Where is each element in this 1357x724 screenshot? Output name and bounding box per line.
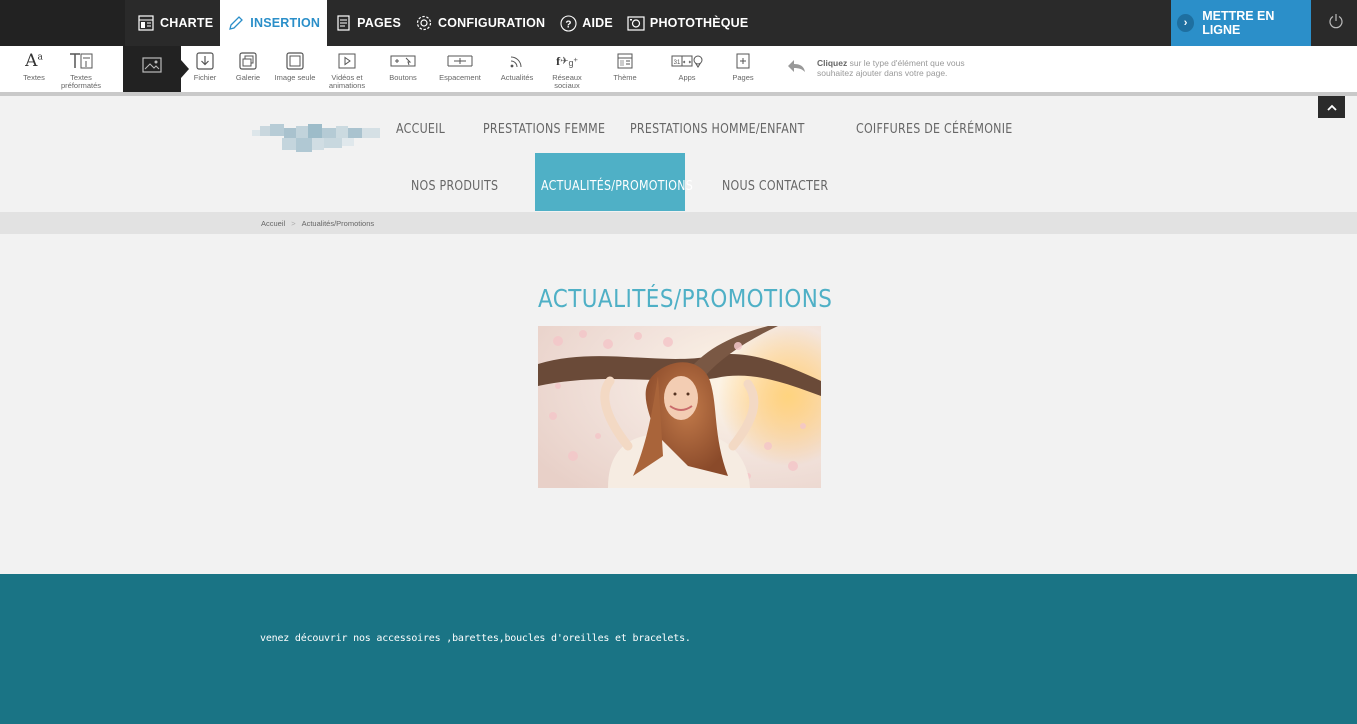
insert-toolbar: Aa Textes Textes préformatés Fichier Gal… (0, 46, 1357, 93)
apps-icon: 31 (670, 50, 704, 72)
tool-videos[interactable]: Vidéos et animations (322, 46, 372, 92)
publish-button[interactable]: › METTRE EN LIGNE (1171, 0, 1311, 46)
menu-phototheque[interactable]: PHOTOTHÈQUE (620, 0, 756, 46)
power-icon (1328, 13, 1344, 34)
buttons-icon (389, 50, 417, 72)
single-image-icon (285, 50, 305, 72)
back-arrow-icon (786, 58, 806, 79)
nav-accueil[interactable]: ACCUEIL (396, 121, 445, 137)
tool-textes-preformates[interactable]: Textes préformatés (58, 46, 104, 92)
menu-charte[interactable]: CHARTE (130, 0, 220, 46)
editor-topbar: CHARTE INSERTION PAGES CONFIGURATION ? A… (0, 0, 1357, 46)
nav-nous-contacter[interactable]: NOUS CONTACTER (722, 178, 828, 194)
nav-nos-produits[interactable]: NOS PRODUITS (411, 178, 498, 194)
pages-icon (334, 14, 352, 32)
toolbar-hint: Cliquez sur le type d'élément que vous s… (817, 58, 965, 78)
promo-photo[interactable] (538, 326, 821, 488)
menu-configuration[interactable]: CONFIGURATION (408, 0, 552, 46)
page-add-icon (734, 50, 752, 72)
text-icon: Aa (25, 51, 43, 71)
submenu-pointer (181, 60, 189, 78)
gallery-icon (238, 50, 258, 72)
topbar-left-panel (0, 0, 125, 46)
file-icon (195, 50, 215, 72)
publish-label: METTRE EN LIGNE (1202, 9, 1275, 37)
breadcrumb-separator: > (291, 219, 296, 228)
tool-image[interactable] (123, 46, 181, 92)
tool-fichier[interactable]: Fichier (190, 46, 220, 92)
menu-label: INSERTION (250, 16, 321, 30)
preformatted-text-icon (68, 50, 94, 72)
menu-label: PAGES (357, 16, 402, 30)
breadcrumb-home[interactable]: Accueil (261, 219, 285, 228)
layout-icon (137, 14, 155, 32)
tool-apps[interactable]: 31 Apps (664, 46, 710, 92)
help-icon: ? (559, 14, 577, 32)
menu-label: PHOTOTHÈQUE (649, 16, 749, 30)
menu-aide[interactable]: ? AIDE (552, 0, 620, 46)
footer-text: venez découvrir nos accessoires ,barette… (260, 633, 691, 644)
tool-espacement[interactable]: Espacement (434, 46, 486, 92)
nav-actualites-promotions[interactable]: ACTUALITÉS/PROMOTIONS (541, 178, 693, 194)
image-icon (142, 50, 162, 80)
tool-pages[interactable]: Pages (725, 46, 761, 92)
nav-coiffures-ceremonie[interactable]: COIFFURES DE CÉRÉMONIE (856, 121, 1012, 137)
nav-prestations-homme-enfant[interactable]: PRESTATIONS HOMME/ENFANT (630, 121, 805, 137)
editor-menu: CHARTE INSERTION PAGES CONFIGURATION ? A… (130, 0, 755, 46)
theme-icon (616, 50, 634, 72)
menu-label: AIDE (582, 16, 613, 30)
menu-label: CONFIGURATION (438, 16, 546, 30)
breadcrumb-current: Actualités/Promotions (301, 219, 375, 228)
logout-button[interactable] (1314, 0, 1357, 46)
gear-icon (415, 14, 433, 32)
svg-text:?: ? (565, 19, 571, 30)
menu-insertion[interactable]: INSERTION (220, 0, 328, 46)
site-logo[interactable] (252, 118, 382, 158)
tool-reseaux-sociaux[interactable]: f ✈ g+ Réseaux sociaux (546, 46, 588, 92)
page-title: ACTUALITÉS/PROMOTIONS (538, 284, 833, 313)
rss-icon (509, 50, 525, 72)
menu-pages[interactable]: PAGES (327, 0, 408, 46)
pencil-icon (227, 14, 245, 32)
tool-textes[interactable]: Aa Textes (18, 46, 50, 92)
site-footer (0, 574, 1357, 724)
spacing-icon (446, 50, 474, 72)
svg-text:31: 31 (674, 60, 681, 66)
collapse-toolbar-button[interactable] (1318, 96, 1345, 118)
chevron-up-icon (1326, 98, 1337, 116)
video-icon (337, 50, 357, 72)
toolbar-divider (0, 92, 1357, 96)
tool-galerie[interactable]: Galerie (233, 46, 263, 92)
tool-actualites[interactable]: Actualités (496, 46, 538, 92)
breadcrumb-bar (0, 212, 1357, 234)
social-icon: f ✈ g+ (556, 53, 578, 68)
menu-label: CHARTE (160, 16, 214, 30)
chevron-right-icon: › (1177, 14, 1195, 32)
breadcrumb: Accueil > Actualités/Promotions (261, 219, 374, 228)
camera-icon (627, 14, 645, 32)
tool-theme[interactable]: Thème (605, 46, 645, 92)
nav-prestations-femme[interactable]: PRESTATIONS FEMME (483, 121, 605, 137)
tool-image-seule[interactable]: Image seule (272, 46, 318, 92)
tool-boutons[interactable]: Boutons (383, 46, 423, 92)
